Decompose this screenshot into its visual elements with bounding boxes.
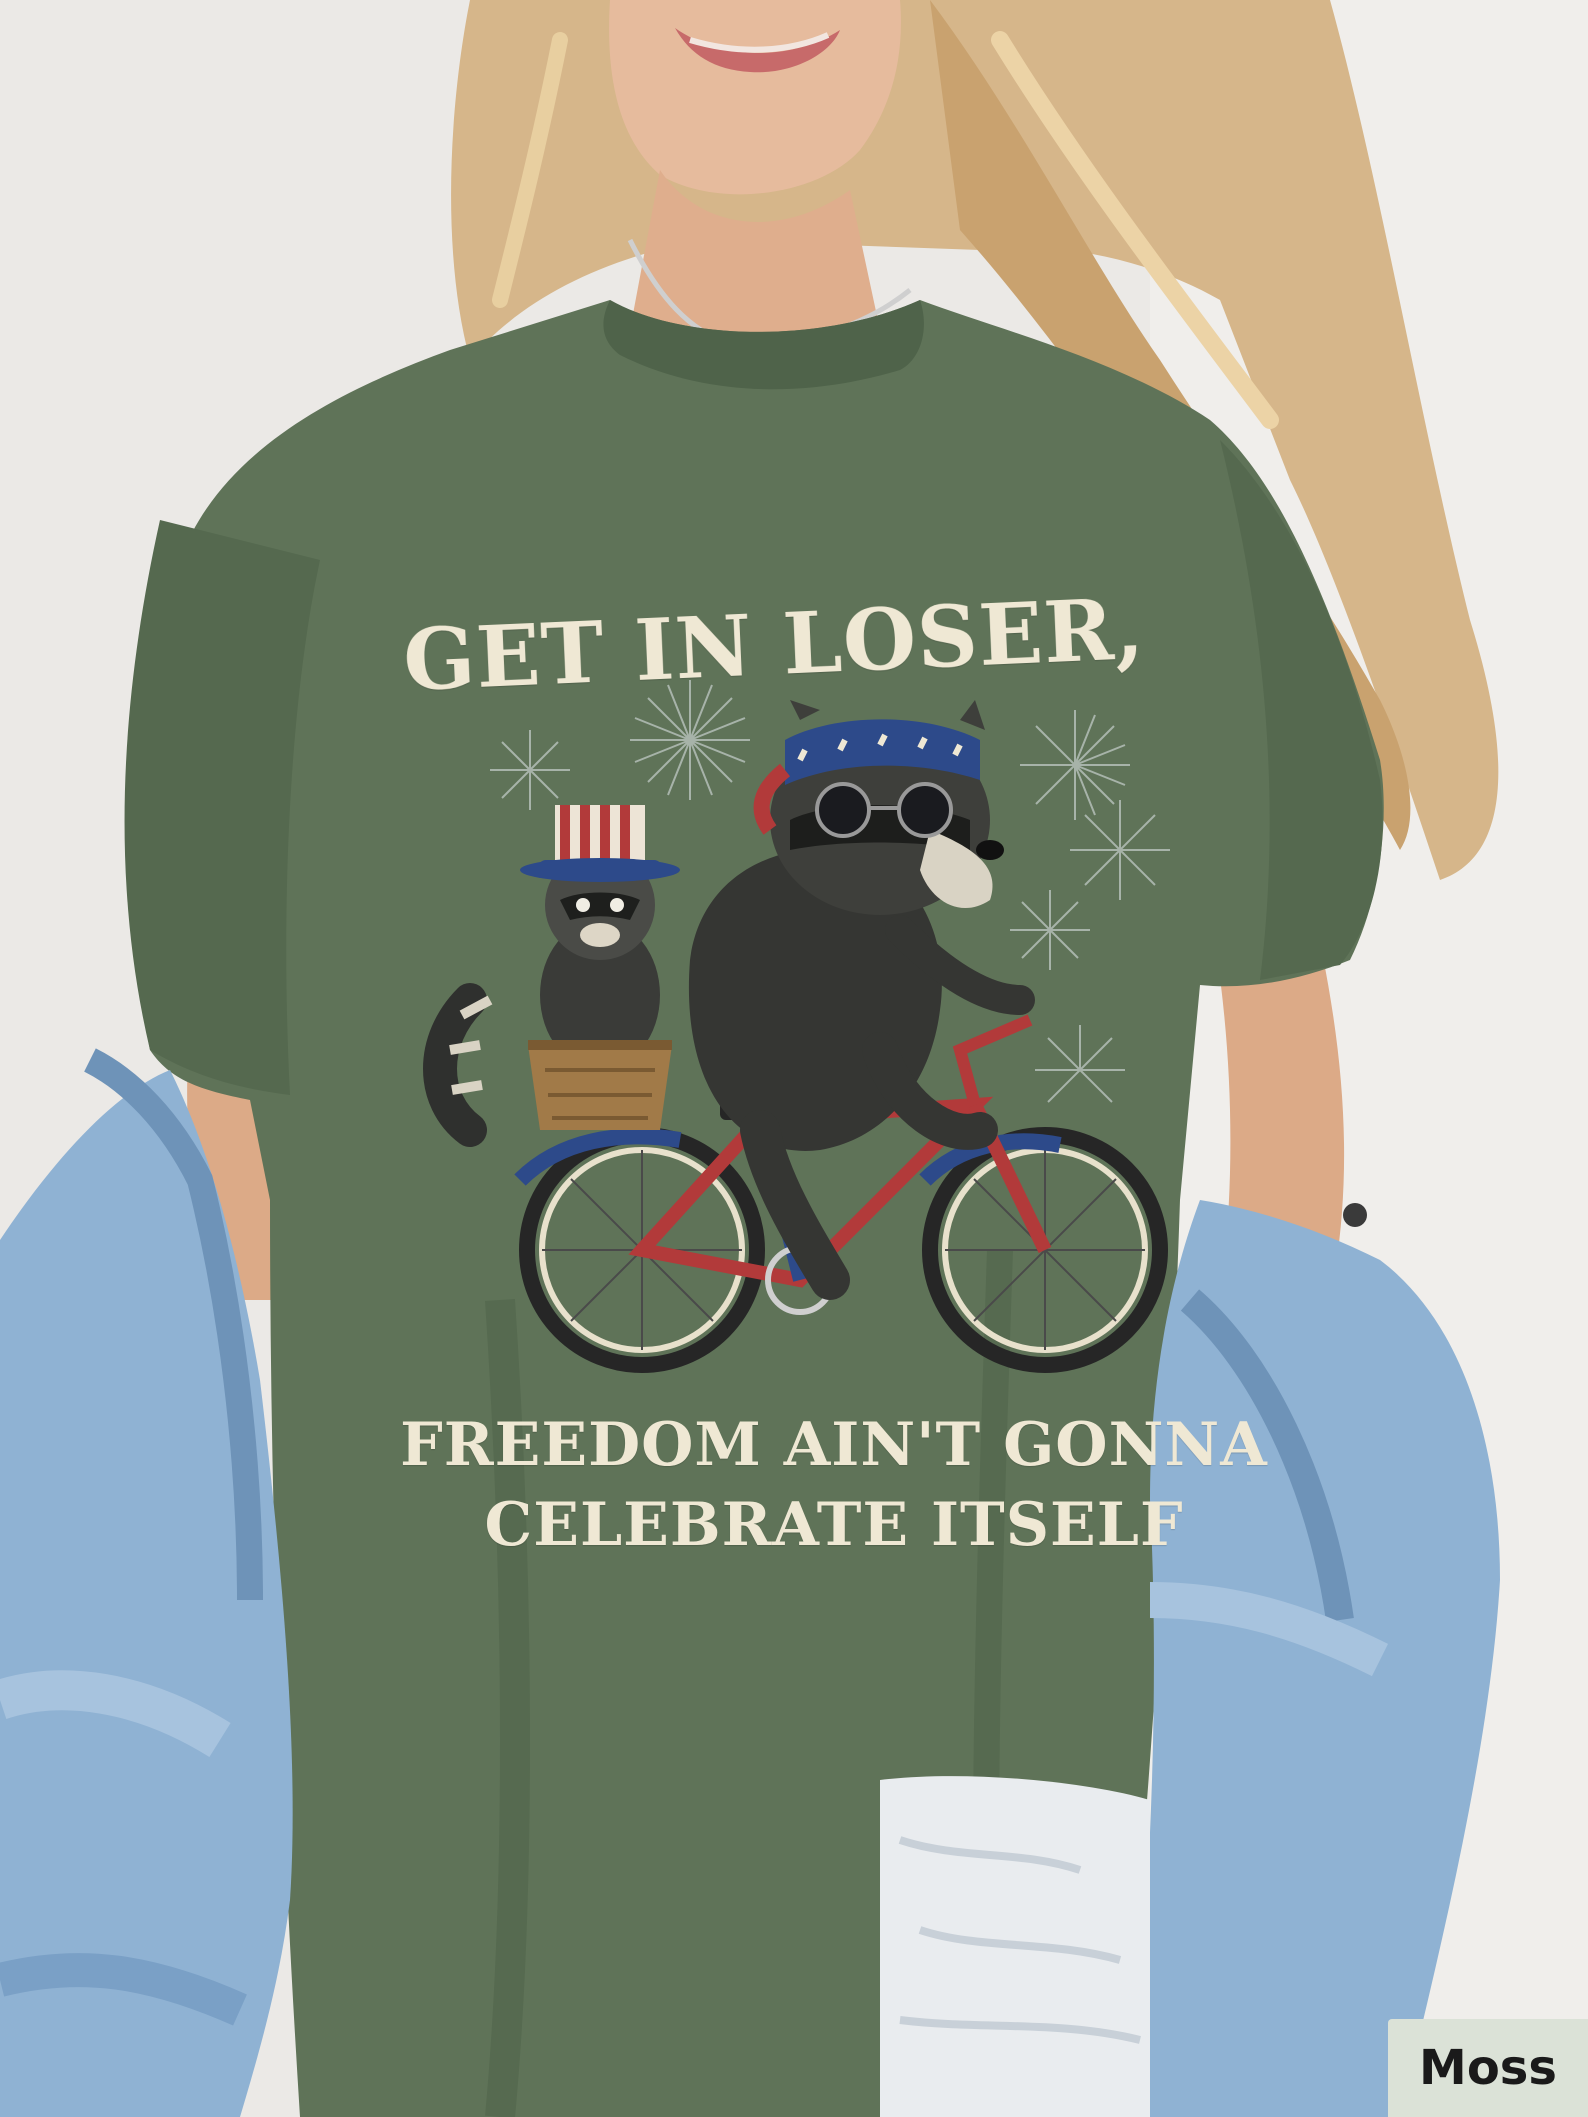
shirt-tagline-line-2: CELEBRATE ITSELF bbox=[484, 1490, 1184, 1560]
product-photo bbox=[0, 0, 1588, 2117]
denim-shorts bbox=[880, 1776, 1150, 2117]
color-variant-label: Moss bbox=[1419, 2040, 1557, 2096]
shirt-tagline-line-1: FREEDOM AIN'T GONNA bbox=[400, 1410, 1268, 1480]
color-variant-badge: Moss bbox=[1388, 2019, 1588, 2117]
